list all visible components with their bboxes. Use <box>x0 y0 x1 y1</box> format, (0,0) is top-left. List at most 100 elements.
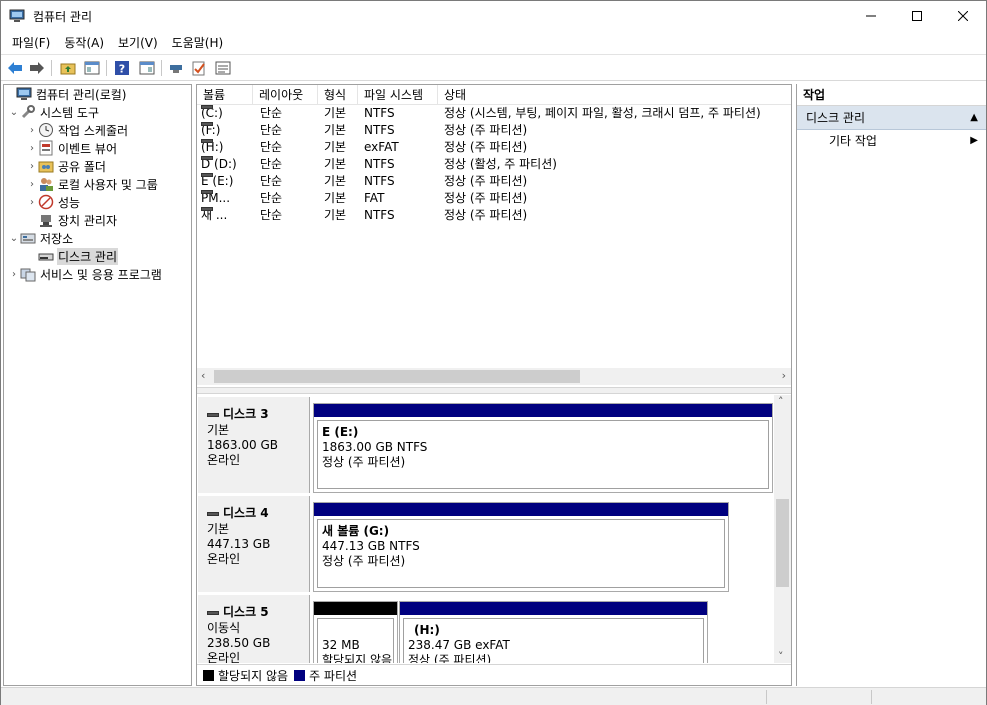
performance-icon <box>38 194 54 210</box>
volume-row[interactable]: 새 ... 단순 기본 NTFS 정상 (주 파티션) <box>197 207 791 224</box>
chevron-right-icon[interactable]: › <box>26 179 38 190</box>
menu-file[interactable]: 파일(F) <box>5 34 57 51</box>
column-layout[interactable]: 레이아웃 <box>253 85 318 105</box>
tree-item-event-viewer[interactable]: › 이벤트 뷰어 <box>4 139 191 157</box>
connect-button[interactable] <box>167 59 185 77</box>
forward-button[interactable] <box>28 59 46 77</box>
volume-icon <box>201 105 213 109</box>
tree-item-system-tools[interactable]: ⌄ 시스템 도구 <box>4 103 191 121</box>
minimize-button[interactable] <box>848 1 894 31</box>
help-button[interactable]: ? <box>113 59 131 77</box>
disk-size: 1863.00 GB <box>207 438 278 452</box>
folder-up-icon <box>60 63 76 75</box>
volume-fs-cell: NTFS <box>364 208 395 222</box>
chevron-right-icon[interactable]: › <box>782 369 786 382</box>
partition-bar <box>314 503 728 516</box>
maximize-button[interactable] <box>894 1 940 31</box>
chevron-right-icon[interactable]: › <box>26 143 38 154</box>
back-button[interactable] <box>6 59 24 77</box>
computer-icon <box>16 86 32 102</box>
tree-item-root[interactable]: 컴퓨터 관리(로컬) <box>4 85 191 103</box>
chevron-left-icon[interactable]: ‹ <box>201 369 205 382</box>
close-button[interactable] <box>940 1 986 31</box>
volume-fs-cell: NTFS <box>364 174 395 188</box>
tree-label: 장치 관리자 <box>58 213 118 228</box>
volume-row[interactable]: D (D:) 단순 기본 NTFS 정상 (활성, 주 파티션) <box>197 156 791 173</box>
chevron-down-icon[interactable]: ˅ <box>778 650 784 663</box>
tree-item-local-users[interactable]: › 로컬 사용자 및 그룹 <box>4 175 191 193</box>
vertical-scrollbar[interactable]: ˄ ˅ <box>774 395 791 663</box>
center-pane: 볼륨 레이아웃 형식 파일 시스템 상태 (C:) 단순 기본 NTFS 정상 (시스템… <box>196 84 792 686</box>
partition-size: 1863.00 GB NTFS <box>322 440 428 454</box>
check-button[interactable] <box>190 59 208 77</box>
menu-help[interactable]: 도움말(H) <box>165 34 231 51</box>
legend-unallocated: 할당되지 않음 <box>218 668 289 683</box>
legend: 할당되지 않음 주 파티션 <box>197 664 791 685</box>
volume-type-cell: 기본 <box>324 191 347 205</box>
volume-fs-cell: NTFS <box>364 157 395 171</box>
action-more-actions[interactable]: 기타 작업 ▶ <box>797 130 986 152</box>
tree-item-services[interactable]: › 서비스 및 응용 프로그램 <box>4 265 191 283</box>
disk-size: 447.13 GB <box>207 537 271 551</box>
volume-layout-cell: 단순 <box>260 157 283 171</box>
chevron-right-icon[interactable]: › <box>26 161 38 172</box>
volume-type-cell: 기본 <box>324 174 347 188</box>
view-list-button[interactable] <box>214 59 232 77</box>
chevron-down-icon[interactable]: ⌄ <box>8 107 20 118</box>
column-volume[interactable]: 볼륨 <box>197 85 253 105</box>
pane-splitter[interactable] <box>197 387 791 394</box>
services-icon <box>20 266 36 282</box>
action-section-disk-management[interactable]: 디스크 관리 ▲ <box>797 106 986 130</box>
partition-status: 정상 (주 파티션) <box>408 653 492 663</box>
volume-row[interactable]: (H:) 단순 기본 exFAT 정상 (주 파티션) <box>197 139 791 156</box>
scroll-thumb[interactable] <box>214 370 580 383</box>
partition-body: (H:) 238.47 GB exFAT 정상 (주 파티션) <box>403 618 704 663</box>
chevron-up-icon[interactable]: ˄ <box>778 395 784 408</box>
volume-layout-cell: 단순 <box>260 208 283 222</box>
disk-name: 디스크 4 <box>223 506 269 520</box>
volume-row[interactable]: PM... 단순 기본 FAT 정상 (주 파티션) <box>197 190 791 207</box>
disk-kind: 기본 <box>207 522 230 536</box>
primary-swatch <box>294 669 306 681</box>
tree-item-storage[interactable]: ⌄ 저장소 <box>4 229 191 247</box>
tree-item-performance[interactable]: › 성능 <box>4 193 191 211</box>
volume-row[interactable]: (C:) 단순 기본 NTFS 정상 (시스템, 부팅, 페이지 파일, 활성, 크래시… <box>197 105 791 122</box>
chevron-right-icon[interactable]: › <box>26 125 38 136</box>
column-type[interactable]: 형식 <box>318 85 358 105</box>
volume-icon <box>201 156 213 160</box>
menu-view[interactable]: 보기(V) <box>111 34 165 51</box>
tree-item-disk-management[interactable]: 디스크 관리 <box>4 247 191 265</box>
disk-state: 온라인 <box>207 651 241 663</box>
scroll-thumb[interactable] <box>776 499 789 587</box>
volume-row[interactable]: E (E:) 단순 기본 NTFS 정상 (주 파티션) <box>197 173 791 190</box>
volume-layout-cell: 단순 <box>260 106 283 120</box>
partition-g[interactable]: 새 볼륨 (G:) 447.13 GB NTFS 정상 (주 파티션) <box>313 502 729 592</box>
up-folder-button[interactable] <box>59 59 77 77</box>
horizontal-scrollbar[interactable]: ‹ › <box>197 368 791 385</box>
partition-bar <box>314 404 772 417</box>
shared-folder-icon <box>38 158 54 174</box>
tree-item-task-scheduler[interactable]: › 작업 스케줄러 <box>4 121 191 139</box>
legend-primary: 주 파티션 <box>309 668 358 683</box>
partition-unallocated[interactable]: 32 MB 할당되지 않음 <box>313 601 398 663</box>
tree-label: 이벤트 뷰어 <box>58 141 118 156</box>
partition-h[interactable]: (H:) 238.47 GB exFAT 정상 (주 파티션) <box>399 601 708 663</box>
properties-button[interactable] <box>138 59 156 77</box>
volume-cell: (C:) <box>201 105 223 122</box>
disk-info-3[interactable]: 디스크 3 기본 1863.00 GB 온라인 <box>198 397 310 493</box>
column-status[interactable]: 상태 <box>438 85 791 105</box>
disk-info-5[interactable]: 디스크 5 이동식 238.50 GB 온라인 <box>198 595 310 663</box>
partition-e[interactable]: E (E:) 1863.00 GB NTFS 정상 (주 파티션) <box>313 403 773 493</box>
tree-item-shared-folders[interactable]: › 공유 폴더 <box>4 157 191 175</box>
chevron-down-icon[interactable]: ⌄ <box>8 233 20 244</box>
show-hide-tree-button[interactable] <box>83 59 101 77</box>
collapse-up-icon[interactable]: ▲ <box>970 106 978 130</box>
chevron-right-icon[interactable]: › <box>26 197 38 208</box>
chevron-right-icon[interactable]: › <box>8 269 20 280</box>
tree-item-device-manager[interactable]: 장치 관리자 <box>4 211 191 229</box>
menu-action[interactable]: 동작(A) <box>57 34 111 51</box>
column-filesystem[interactable]: 파일 시스템 <box>358 85 438 105</box>
volume-type-cell: 기본 <box>324 106 347 120</box>
disk-info-4[interactable]: 디스크 4 기본 447.13 GB 온라인 <box>198 496 310 592</box>
volume-row[interactable]: (F:) 단순 기본 NTFS 정상 (주 파티션) <box>197 122 791 139</box>
